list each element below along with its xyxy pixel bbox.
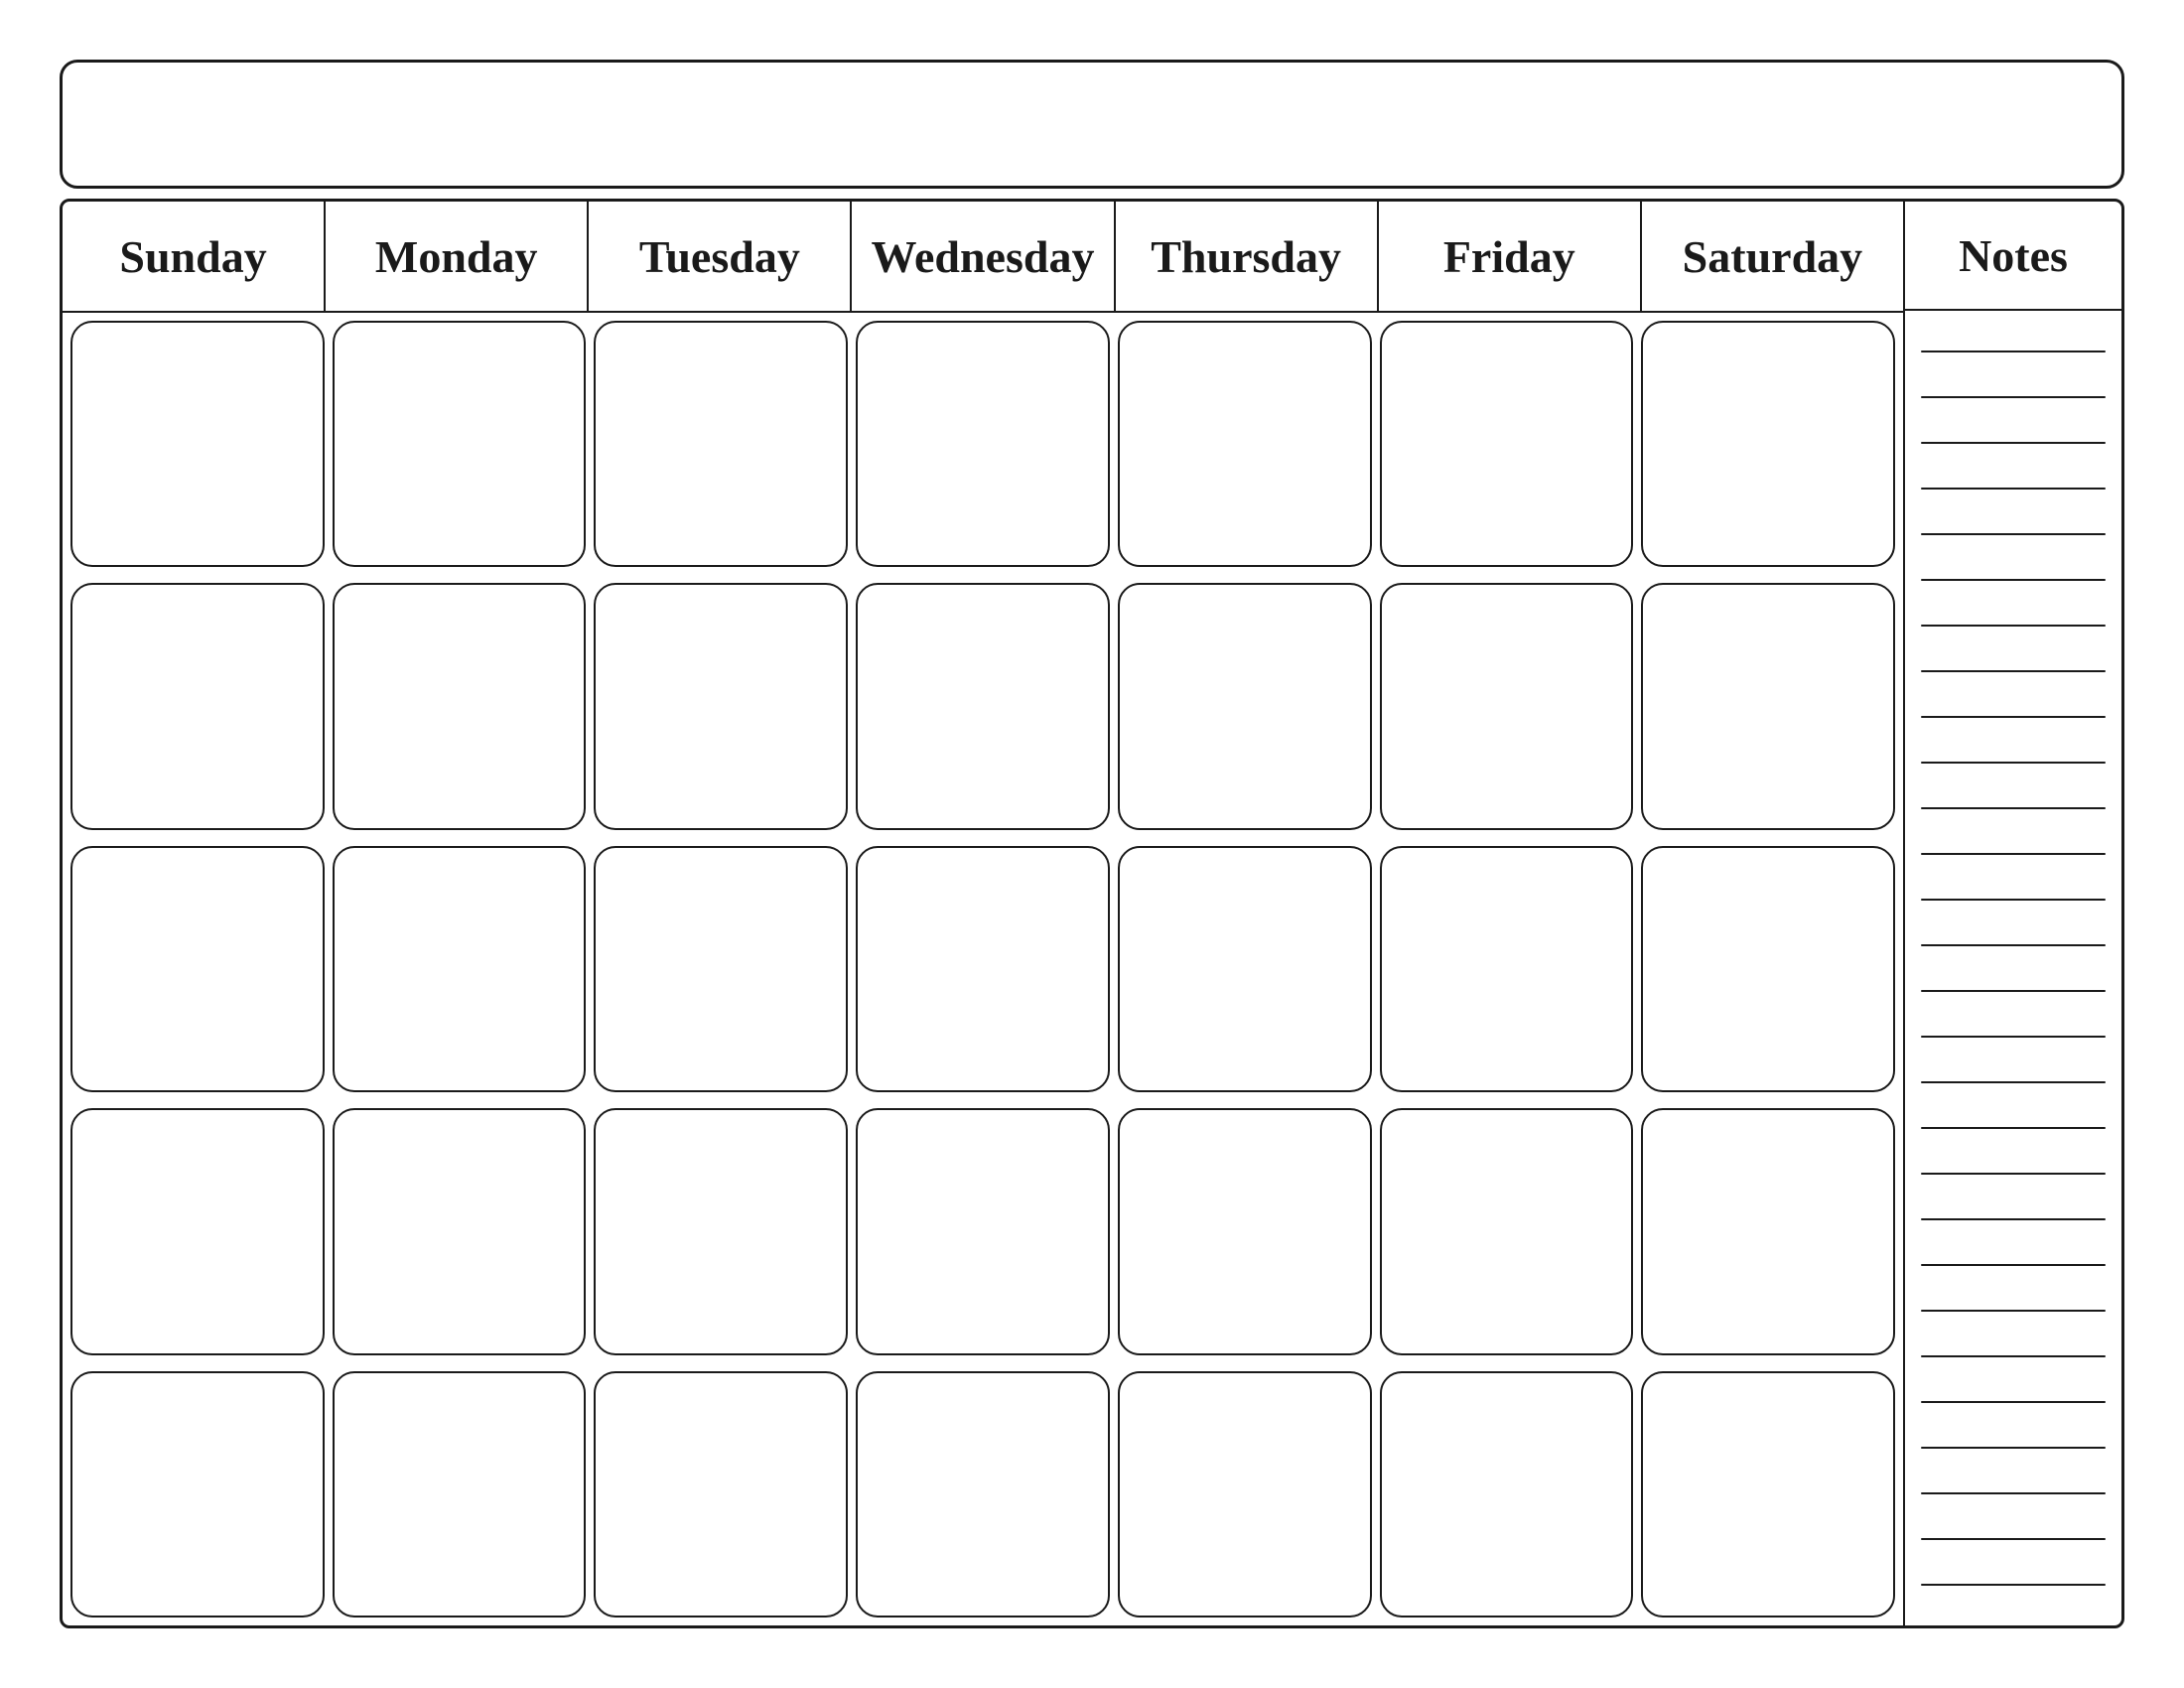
note-line bbox=[1921, 899, 2106, 901]
day-cell[interactable] bbox=[333, 846, 587, 1092]
day-cell[interactable] bbox=[70, 1371, 325, 1618]
note-line bbox=[1921, 807, 2106, 809]
header-monday: Monday bbox=[326, 202, 589, 311]
day-cell[interactable] bbox=[1380, 321, 1634, 567]
day-cell[interactable] bbox=[856, 846, 1110, 1092]
day-cell[interactable] bbox=[856, 321, 1110, 567]
note-line bbox=[1921, 1218, 2106, 1220]
day-cell[interactable] bbox=[594, 1371, 848, 1618]
day-cell[interactable] bbox=[1380, 1371, 1634, 1618]
day-cell[interactable] bbox=[70, 1108, 325, 1354]
note-line bbox=[1921, 1310, 2106, 1312]
note-line bbox=[1921, 1036, 2106, 1038]
calendar-wrapper: Sunday Monday Tuesday Wednesday Thursday… bbox=[60, 60, 2124, 1628]
day-cell[interactable] bbox=[1118, 1108, 1372, 1354]
note-line bbox=[1921, 990, 2106, 992]
week-row-1 bbox=[63, 313, 1903, 575]
note-line bbox=[1921, 1447, 2106, 1449]
day-cell[interactable] bbox=[333, 583, 587, 829]
note-line bbox=[1921, 442, 2106, 444]
day-cell[interactable] bbox=[594, 321, 848, 567]
day-cell[interactable] bbox=[856, 1108, 1110, 1354]
day-cell[interactable] bbox=[1641, 846, 1895, 1092]
notes-lines[interactable] bbox=[1905, 311, 2121, 1625]
note-line bbox=[1921, 1173, 2106, 1175]
note-line bbox=[1921, 1538, 2106, 1540]
header-saturday: Saturday bbox=[1642, 202, 1903, 311]
note-line bbox=[1921, 579, 2106, 581]
week-row-3 bbox=[63, 838, 1903, 1100]
header-row: Sunday Monday Tuesday Wednesday Thursday… bbox=[63, 202, 1903, 313]
day-cell[interactable] bbox=[1118, 1371, 1372, 1618]
day-cell[interactable] bbox=[1118, 583, 1372, 829]
day-cell[interactable] bbox=[856, 1371, 1110, 1618]
note-line bbox=[1921, 625, 2106, 627]
note-line bbox=[1921, 1127, 2106, 1129]
note-line bbox=[1921, 1584, 2106, 1586]
week-row-2 bbox=[63, 575, 1903, 837]
note-line bbox=[1921, 670, 2106, 672]
calendar-grid: Sunday Monday Tuesday Wednesday Thursday… bbox=[63, 202, 1903, 1625]
days-grid bbox=[63, 313, 1903, 1625]
day-cell[interactable] bbox=[856, 583, 1110, 829]
day-cell[interactable] bbox=[333, 321, 587, 567]
day-cell[interactable] bbox=[333, 1371, 587, 1618]
day-cell[interactable] bbox=[1380, 583, 1634, 829]
calendar-main: Sunday Monday Tuesday Wednesday Thursday… bbox=[60, 199, 2124, 1628]
note-line bbox=[1921, 1264, 2106, 1266]
note-line bbox=[1921, 1492, 2106, 1494]
note-line bbox=[1921, 762, 2106, 764]
day-cell[interactable] bbox=[1641, 1371, 1895, 1618]
note-line bbox=[1921, 1401, 2106, 1403]
header-friday: Friday bbox=[1379, 202, 1642, 311]
day-cell[interactable] bbox=[1641, 1108, 1895, 1354]
notes-panel: Notes bbox=[1903, 202, 2121, 1625]
header-wednesday: Wednesday bbox=[852, 202, 1115, 311]
day-cell[interactable] bbox=[594, 583, 848, 829]
note-line bbox=[1921, 944, 2106, 946]
header-sunday: Sunday bbox=[63, 202, 326, 311]
week-row-4 bbox=[63, 1100, 1903, 1362]
title-bar[interactable] bbox=[60, 60, 2124, 189]
week-row-5 bbox=[63, 1363, 1903, 1625]
day-cell[interactable] bbox=[70, 846, 325, 1092]
header-tuesday: Tuesday bbox=[589, 202, 852, 311]
day-cell[interactable] bbox=[594, 1108, 848, 1354]
day-cell[interactable] bbox=[1118, 321, 1372, 567]
day-cell[interactable] bbox=[70, 321, 325, 567]
note-line bbox=[1921, 1355, 2106, 1357]
notes-header: Notes bbox=[1905, 202, 2121, 311]
note-line bbox=[1921, 533, 2106, 535]
day-cell[interactable] bbox=[333, 1108, 587, 1354]
note-line bbox=[1921, 351, 2106, 352]
note-line bbox=[1921, 853, 2106, 855]
header-thursday: Thursday bbox=[1116, 202, 1379, 311]
day-cell[interactable] bbox=[1380, 846, 1634, 1092]
day-cell[interactable] bbox=[594, 846, 848, 1092]
day-cell[interactable] bbox=[1380, 1108, 1634, 1354]
day-cell[interactable] bbox=[1118, 846, 1372, 1092]
day-cell[interactable] bbox=[70, 583, 325, 829]
note-line bbox=[1921, 1081, 2106, 1083]
note-line bbox=[1921, 488, 2106, 490]
note-line bbox=[1921, 716, 2106, 718]
note-line bbox=[1921, 396, 2106, 398]
day-cell[interactable] bbox=[1641, 583, 1895, 829]
day-cell[interactable] bbox=[1641, 321, 1895, 567]
